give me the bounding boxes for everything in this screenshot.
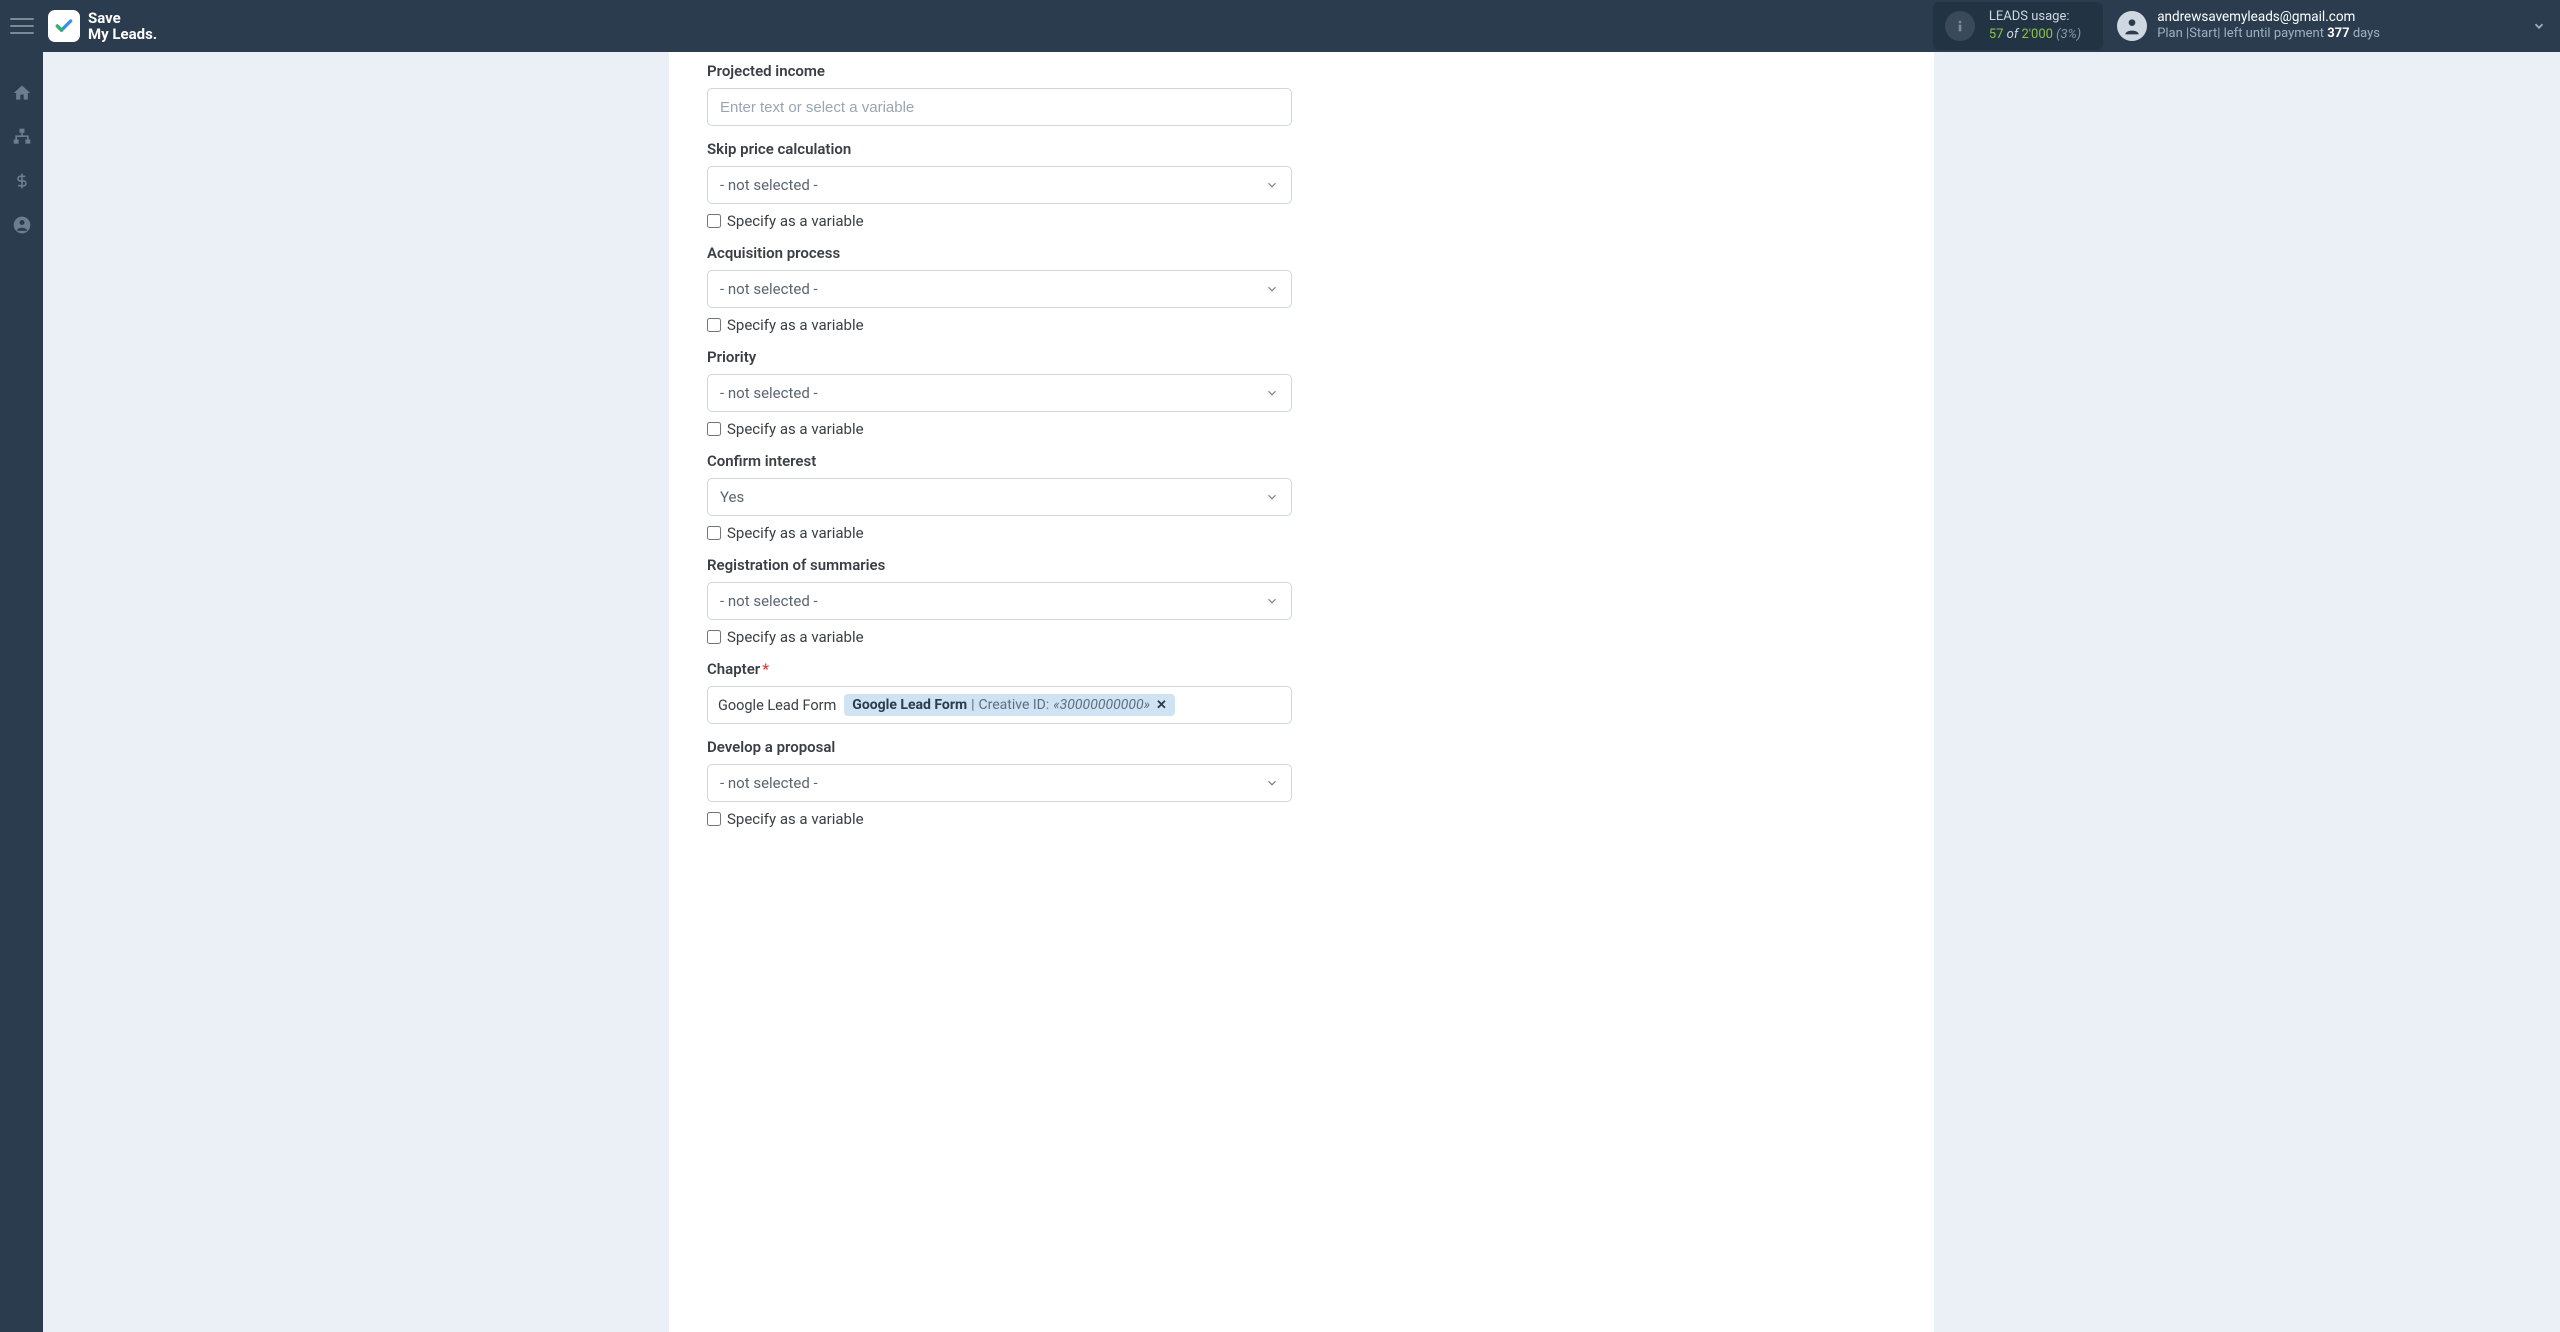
select-develop-proposal-value: - not selected - [720,774,818,792]
chevron-down-icon [1265,594,1279,608]
form-panel: Projected income Skip price calculation … [669,52,1934,1332]
label-skip-price: Skip price calculation [707,140,1896,158]
checkbox-acquisition-label: Specify as a variable [727,316,864,334]
label-develop-proposal: Develop a proposal [707,738,1896,756]
usage-total: 2'000 [2021,27,2053,42]
select-priority-value: - not selected - [720,384,818,402]
checkbox-confirm-interest-label: Specify as a variable [727,524,864,542]
label-projected-income: Projected income [707,62,1896,80]
select-registration-value: - not selected - [720,592,818,610]
account-text: andrewsavemyleads@gmail.com Plan |Start|… [2157,9,2380,43]
input-projected-income-field[interactable] [720,99,1279,116]
select-acquisition[interactable]: - not selected - [707,270,1292,308]
user-circle-icon [12,215,32,235]
field-chapter: Chapter* Google Lead Form Google Lead Fo… [707,660,1896,724]
label-acquisition: Acquisition process [707,244,1896,262]
account-email: andrewsavemyleads@gmail.com [2157,9,2380,27]
chapter-tag-remove[interactable]: ✕ [1156,698,1167,713]
checkbox-registration-label: Specify as a variable [727,628,864,646]
checkbox-acquisition[interactable]: Specify as a variable [707,316,1896,334]
checkbox-priority-input[interactable] [707,422,721,436]
checkbox-develop-proposal-input[interactable] [707,812,721,826]
checkbox-registration-input[interactable] [707,630,721,644]
input-projected-income[interactable] [707,88,1292,126]
sidebar-profile[interactable] [11,214,33,236]
usage-count: 57 [1989,27,2004,42]
checkbox-priority-label: Specify as a variable [727,420,864,438]
checkbox-develop-proposal-label: Specify as a variable [727,810,864,828]
field-registration: Registration of summaries - not selected… [707,556,1896,646]
logo[interactable]: Save My Leads. [48,10,157,43]
chapter-tag: Google Lead Form | Creative ID: «3000000… [844,694,1175,716]
account-plan: Plan |Start| left until payment 377 days [2157,26,2380,43]
logo-text: Save My Leads. [88,10,157,43]
label-registration: Registration of summaries [707,556,1896,574]
account-menu[interactable]: andrewsavemyleads@gmail.com Plan |Start|… [2117,9,2380,43]
topbar: Save My Leads. LEADS usage: 57 of 2'000 … [0,0,2560,52]
field-acquisition: Acquisition process - not selected - Spe… [707,244,1896,334]
select-skip-price-value: - not selected - [720,176,818,194]
checkbox-priority[interactable]: Specify as a variable [707,420,1896,438]
label-confirm-interest: Confirm interest [707,452,1896,470]
chevron-down-icon [1265,178,1279,192]
home-icon [12,83,32,103]
checkbox-skip-price[interactable]: Specify as a variable [707,212,1896,230]
select-confirm-interest-value: Yes [720,488,744,506]
field-projected-income: Projected income [707,62,1896,126]
select-develop-proposal[interactable]: - not selected - [707,764,1292,802]
select-skip-price[interactable]: - not selected - [707,166,1292,204]
info-icon [1945,11,1975,41]
dollar-icon [14,171,30,191]
chevron-down-icon [1265,490,1279,504]
checkbox-confirm-interest-input[interactable] [707,526,721,540]
checkbox-acquisition-input[interactable] [707,318,721,332]
usage-label: LEADS usage: [1989,8,2081,26]
select-confirm-interest[interactable]: Yes [707,478,1292,516]
select-priority[interactable]: - not selected - [707,374,1292,412]
check-icon [54,16,74,36]
logo-mark [48,10,80,42]
chevron-down-icon [1265,776,1279,790]
avatar-icon [2117,11,2147,41]
checkbox-develop-proposal[interactable]: Specify as a variable [707,810,1896,828]
label-priority: Priority [707,348,1896,366]
usage-pct: (3%) [2053,27,2081,42]
sidebar [0,52,43,1332]
main: Projected income Skip price calculation … [43,52,2560,1332]
sidebar-billing[interactable] [11,170,33,192]
input-chapter[interactable]: Google Lead Form Google Lead Form | Crea… [707,686,1292,724]
sidebar-connections[interactable] [11,126,33,148]
usage-text: LEADS usage: 57 of 2'000 (3%) [1989,8,2081,43]
checkbox-registration[interactable]: Specify as a variable [707,628,1896,646]
select-registration[interactable]: - not selected - [707,582,1292,620]
select-acquisition-value: - not selected - [720,280,818,298]
sitemap-icon [12,127,32,147]
field-confirm-interest: Confirm interest Yes Specify as a variab… [707,452,1896,542]
usage-box[interactable]: LEADS usage: 57 of 2'000 (3%) [1933,2,2103,49]
field-priority: Priority - not selected - Specify as a v… [707,348,1896,438]
field-skip-price: Skip price calculation - not selected - … [707,140,1896,230]
chevron-down-icon [1265,282,1279,296]
checkbox-skip-price-label: Specify as a variable [727,212,864,230]
checkbox-skip-price-input[interactable] [707,214,721,228]
chevron-down-icon[interactable] [2530,17,2548,35]
chevron-down-icon [1265,386,1279,400]
field-develop-proposal: Develop a proposal - not selected - Spec… [707,738,1896,828]
menu-toggle[interactable] [10,14,34,38]
chapter-prefix: Google Lead Form [716,697,838,714]
label-chapter: Chapter* [707,660,1896,678]
checkbox-confirm-interest[interactable]: Specify as a variable [707,524,1896,542]
sidebar-home[interactable] [11,82,33,104]
